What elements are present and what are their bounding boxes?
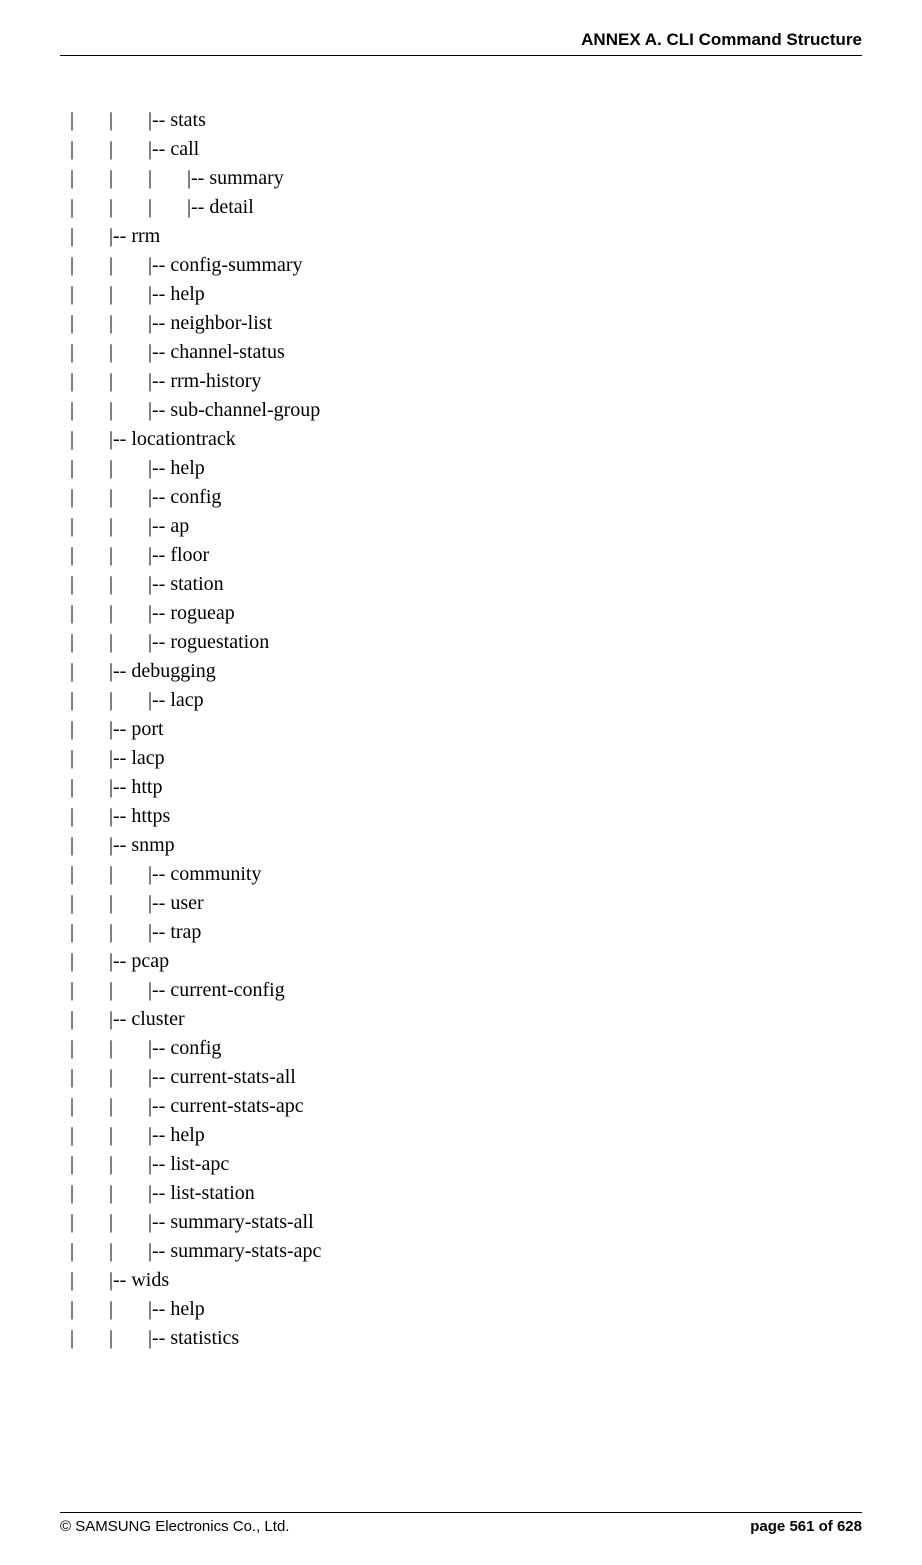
tree-line: | | |-- help [70, 1295, 862, 1324]
tree-line: | | | |-- detail [70, 193, 862, 222]
tree-line: | | |-- help [70, 454, 862, 483]
tree-line: | | |-- trap [70, 918, 862, 947]
tree-line: | | |-- sub-channel-group [70, 396, 862, 425]
page-header: ANNEX A. CLI Command Structure [60, 30, 862, 56]
tree-line: | |-- wids [70, 1266, 862, 1295]
tree-line: | | |-- rogueap [70, 599, 862, 628]
tree-line: | | |-- stats [70, 106, 862, 135]
tree-line: | | |-- config-summary [70, 251, 862, 280]
tree-line: | | |-- config [70, 1034, 862, 1063]
tree-line: | | |-- current-stats-apc [70, 1092, 862, 1121]
tree-line: | | |-- statistics [70, 1324, 862, 1353]
tree-line: | | |-- help [70, 280, 862, 309]
tree-line: | |-- pcap [70, 947, 862, 976]
tree-line: | | |-- current-stats-all [70, 1063, 862, 1092]
tree-line: | | |-- summary-stats-all [70, 1208, 862, 1237]
tree-line: | | |-- floor [70, 541, 862, 570]
tree-line: | |-- rrm [70, 222, 862, 251]
footer-copyright: © SAMSUNG Electronics Co., Ltd. [60, 1518, 289, 1535]
tree-line: | |-- cluster [70, 1005, 862, 1034]
tree-line: | |-- lacp [70, 744, 862, 773]
tree-line: | | |-- roguestation [70, 628, 862, 657]
cli-tree-content: | | |-- stats| | |-- call| | | |-- summa… [60, 106, 862, 1353]
tree-line: | | |-- lacp [70, 686, 862, 715]
tree-line: | |-- https [70, 802, 862, 831]
tree-line: | | |-- list-apc [70, 1150, 862, 1179]
tree-line: | | |-- summary-stats-apc [70, 1237, 862, 1266]
tree-line: | | | |-- summary [70, 164, 862, 193]
tree-line: | |-- snmp [70, 831, 862, 860]
tree-line: | | |-- station [70, 570, 862, 599]
tree-line: | |-- locationtrack [70, 425, 862, 454]
tree-line: | | |-- user [70, 889, 862, 918]
tree-line: | | |-- current-config [70, 976, 862, 1005]
header-title: ANNEX A. CLI Command Structure [581, 30, 862, 49]
tree-line: | |-- debugging [70, 657, 862, 686]
tree-line: | | |-- ap [70, 512, 862, 541]
tree-line: | | |-- config [70, 483, 862, 512]
tree-line: | | |-- list-station [70, 1179, 862, 1208]
footer-page-info: page 561 of 628 [750, 1518, 862, 1535]
tree-line: | | |-- help [70, 1121, 862, 1150]
tree-line: | |-- http [70, 773, 862, 802]
tree-line: | | |-- call [70, 135, 862, 164]
tree-line: | | |-- channel-status [70, 338, 862, 367]
tree-line: | | |-- community [70, 860, 862, 889]
tree-line: | | |-- rrm-history [70, 367, 862, 396]
page-container: ANNEX A. CLI Command Structure | | |-- s… [0, 0, 922, 1565]
tree-line: | | |-- neighbor-list [70, 309, 862, 338]
page-footer: © SAMSUNG Electronics Co., Ltd. page 561… [60, 1512, 862, 1535]
tree-line: | |-- port [70, 715, 862, 744]
